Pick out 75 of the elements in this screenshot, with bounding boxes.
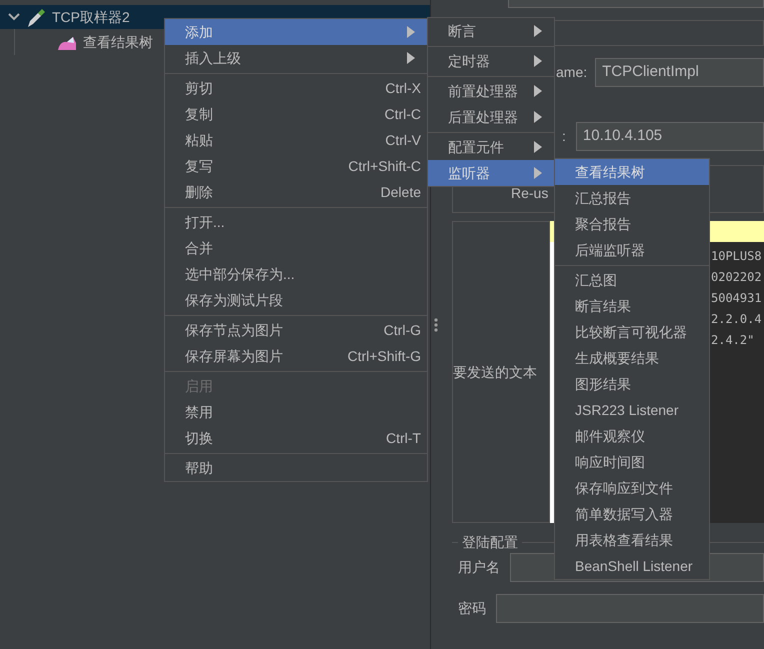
menu-item[interactable]: 聚合报告	[555, 211, 709, 237]
menu-item[interactable]: 断言	[428, 18, 554, 44]
menu-item[interactable]: 汇总报告	[555, 185, 709, 211]
menu-item[interactable]: 用表格查看结果	[555, 527, 709, 553]
submenu-arrow-icon	[534, 167, 542, 179]
menu-item[interactable]: 监听器	[428, 160, 554, 186]
menu-item[interactable]: 添加	[165, 19, 427, 45]
chevron-down-icon	[8, 12, 20, 22]
tree-row[interactable]: 查看结果树	[15, 29, 153, 55]
menu-item[interactable]: 删除 Delete	[165, 179, 427, 205]
menu-item[interactable]: 后端监听器	[555, 237, 709, 263]
shortcut-label: Ctrl+Shift-C	[348, 156, 421, 176]
submenu-arrow-icon	[407, 52, 415, 64]
menu-item[interactable]: 邮件观察仪	[555, 423, 709, 449]
menu-item[interactable]: 响应时间图	[555, 449, 709, 475]
submenu-arrow-icon	[534, 141, 542, 153]
shortcut-label: Ctrl-X	[385, 78, 421, 98]
text-line: 5004931	[711, 290, 762, 307]
submenu-arrow-icon	[534, 55, 542, 67]
shortcut-label: Ctrl-G	[384, 320, 421, 340]
menu-item[interactable]: 复制 Ctrl-C	[165, 101, 427, 127]
menu-item[interactable]: 定时器	[428, 48, 554, 74]
menu-item[interactable]: 保存响应到文件	[555, 475, 709, 501]
menu-item[interactable]: 配置元件	[428, 134, 554, 160]
text-field[interactable]: 10.10.4.105	[576, 122, 764, 151]
menu-item[interactable]: 汇总图	[555, 267, 709, 293]
menu-item[interactable]: 保存节点为图片 Ctrl-G	[165, 317, 427, 343]
shortcut-label: Ctrl-C	[384, 104, 421, 124]
text-field[interactable]: TCPClientImpl	[595, 58, 764, 87]
menu-item[interactable]: 插入上级	[165, 45, 427, 71]
menu-item[interactable]: 前置处理器	[428, 78, 554, 104]
submenu-arrow-icon	[534, 111, 542, 123]
menu-item[interactable]: 查看结果树	[555, 159, 709, 185]
text-line: 2.4.2"	[711, 332, 754, 349]
menu-item[interactable]: 帮助	[165, 455, 427, 481]
menu-item[interactable]: 简单数据写入器	[555, 501, 709, 527]
menu-item[interactable]: 打开...	[165, 209, 427, 235]
pipette-icon	[26, 6, 46, 28]
shortcut-label: Delete	[380, 182, 421, 202]
text-line: 10PLUS8	[711, 248, 762, 265]
menu-item[interactable]: BeanShell Listener	[555, 553, 709, 579]
menu-item[interactable]: 选中部分保存为...	[165, 261, 427, 287]
shortcut-label: Ctrl-T	[386, 428, 421, 448]
field-label: ame:	[556, 63, 588, 82]
menu-item[interactable]: 比较断言可视化器	[555, 319, 709, 345]
menu-item[interactable]: 合并	[165, 235, 427, 261]
submenu-arrow-icon	[534, 25, 542, 37]
menu-item[interactable]: 图形结果	[555, 371, 709, 397]
menu-item[interactable]: 后置处理器	[428, 104, 554, 130]
field-label: 要发送的文本	[453, 362, 537, 382]
drag-handle-icon[interactable]	[434, 318, 438, 332]
menu-item[interactable]: 剪切 Ctrl-X	[165, 75, 427, 101]
text-line: 2.2.0.4	[711, 311, 762, 328]
menu-item[interactable]: 禁用	[165, 399, 427, 425]
text-line: 0202202	[711, 269, 762, 286]
menu-item[interactable]: 生成概要结果	[555, 345, 709, 371]
menu-item[interactable]: 保存为测试片段	[165, 287, 427, 313]
field-label: 用户名	[458, 558, 500, 577]
shortcut-label: Ctrl+Shift-G	[347, 346, 421, 366]
menu-item[interactable]: 粘贴 Ctrl-V	[165, 127, 427, 153]
group-title: 登陆配置	[462, 533, 518, 552]
menu-item[interactable]: 复写 Ctrl+Shift-C	[165, 153, 427, 179]
menu-item[interactable]: 断言结果	[555, 293, 709, 319]
submenu-arrow-icon	[534, 85, 542, 97]
tree-label: 查看结果树	[83, 32, 153, 52]
shortcut-label: Ctrl-V	[385, 130, 421, 150]
checkbox-label: Re-us	[511, 185, 548, 201]
field-label: :	[562, 127, 566, 146]
menu-item[interactable]: JSR223 Listener	[555, 397, 709, 423]
password-field[interactable]	[496, 594, 764, 623]
submenu-arrow-icon	[407, 26, 415, 38]
field-label: 密码	[458, 599, 486, 618]
menu-item[interactable]: 保存屏幕为图片 Ctrl+Shift-G	[165, 343, 427, 369]
menu-item[interactable]: 切换 Ctrl-T	[165, 425, 427, 451]
tree-label: TCP取样器2	[52, 8, 130, 26]
